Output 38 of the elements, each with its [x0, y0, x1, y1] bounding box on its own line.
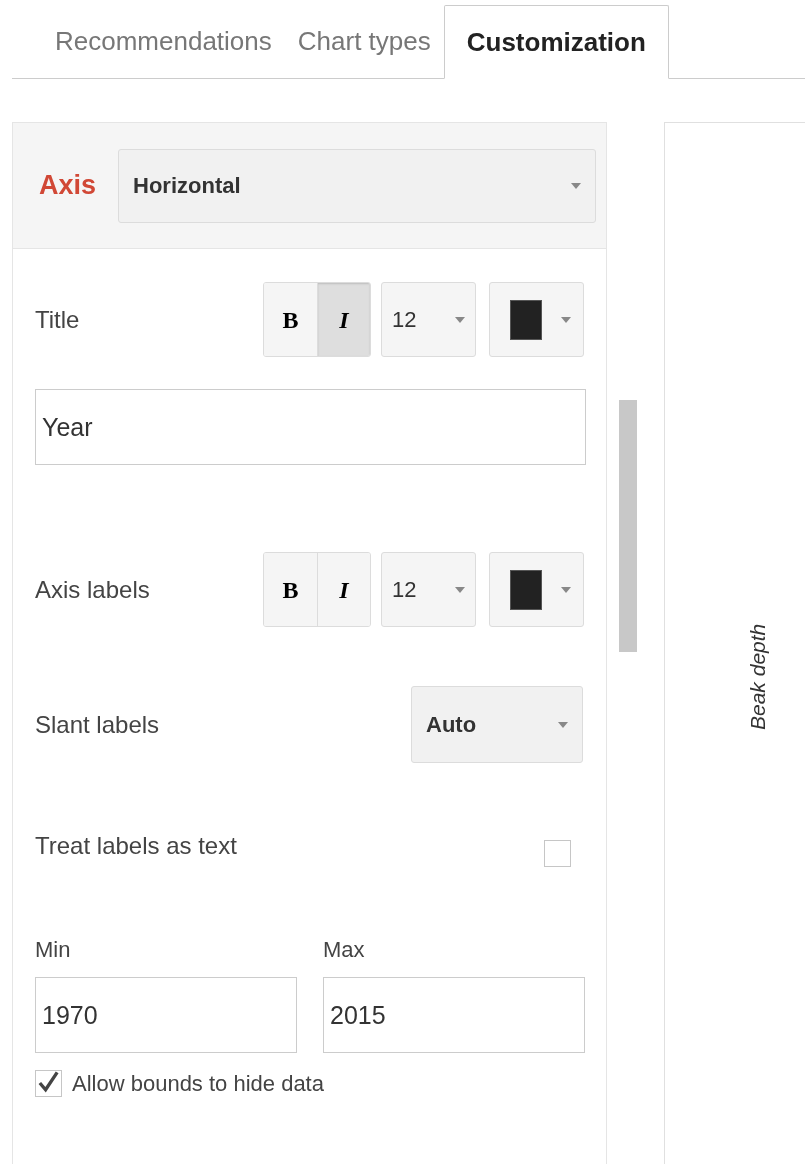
axis-title: Beak depth: [743, 558, 773, 733]
dropdown-value: 12: [392, 576, 417, 604]
row-label: Axis labels: [35, 574, 150, 605]
checkbox[interactable]: [544, 839, 571, 867]
checkbox-label: Allow bounds to hide data: [72, 1069, 324, 1098]
caret-icon: [558, 721, 568, 728]
axis-dropdown[interactable]: Horizontal: [118, 148, 596, 223]
color-picker[interactable]: [489, 552, 584, 627]
field-label: Min: [35, 936, 72, 964]
bold-button[interactable]: B: [264, 553, 317, 626]
input-field[interactable]: Year: [35, 389, 586, 465]
caret-icon: [571, 182, 581, 189]
input-field[interactable]: 2015: [323, 977, 585, 1053]
row-label: Title: [35, 304, 80, 335]
input-field[interactable]: 1970: [35, 977, 297, 1053]
font-size-dropdown[interactable]: 12: [381, 282, 476, 357]
tab[interactable]: Chart types: [284, 4, 444, 78]
italic-button[interactable]: I: [317, 553, 370, 626]
field-label: Max: [323, 936, 366, 964]
caret-icon: [561, 316, 571, 323]
tab[interactable]: Recommendations: [42, 4, 285, 78]
dropdown-value: Auto: [426, 711, 477, 739]
row-label: Slant labels: [35, 709, 160, 740]
scrollbar-thumb[interactable]: [619, 400, 637, 652]
caret-icon: [455, 316, 465, 323]
caret-icon: [455, 586, 465, 593]
font-size-dropdown[interactable]: 12: [381, 552, 476, 627]
dropdown-value: 12: [392, 306, 417, 334]
axis-label: Axis: [39, 169, 97, 203]
color-picker[interactable]: [489, 282, 584, 357]
dropdown-value: Horizontal: [133, 172, 241, 200]
bold-button[interactable]: B: [264, 283, 317, 356]
caret-icon: [561, 586, 571, 593]
checkbox[interactable]: [35, 1069, 62, 1097]
tab[interactable]: Customization: [443, 5, 669, 79]
row-label: Treat labels as text: [35, 831, 237, 861]
italic-button[interactable]: I: [317, 283, 370, 356]
slant-dropdown[interactable]: Auto: [411, 686, 583, 763]
